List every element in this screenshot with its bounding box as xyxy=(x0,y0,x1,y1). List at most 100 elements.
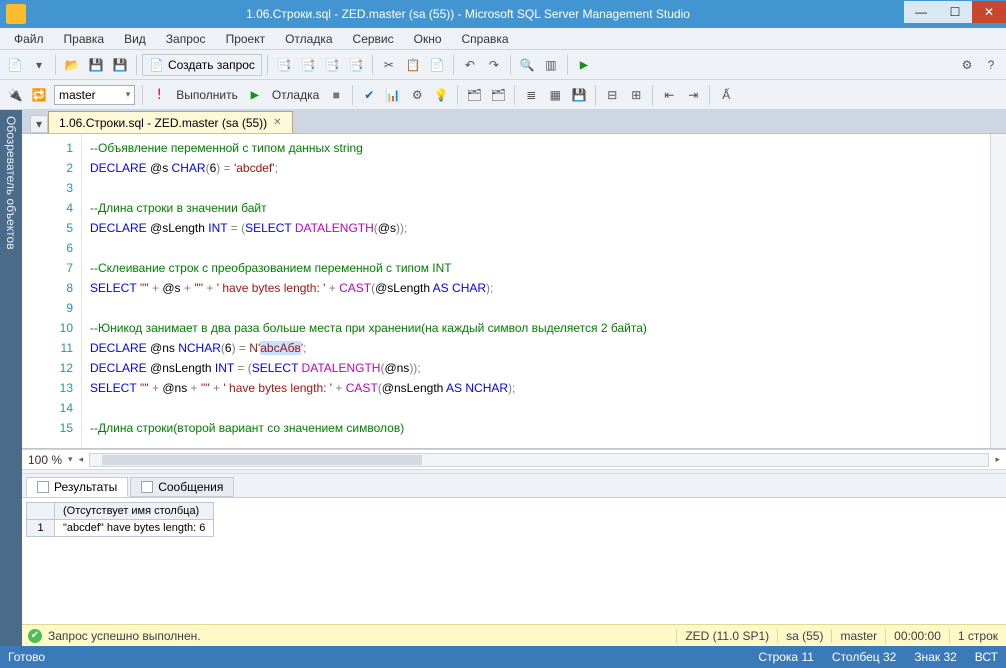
dropdown-icon[interactable]: ▾ xyxy=(28,54,50,76)
zoom-value[interactable]: 100 % xyxy=(28,453,62,467)
execute-mark-icon[interactable]: ! xyxy=(148,84,170,106)
window-title: 1.06.Строки.sql - ZED.master (sa (55)) -… xyxy=(32,7,904,21)
estimated-plan-icon[interactable]: 📊 xyxy=(382,84,404,106)
line-gutter: 123456789101112131415 xyxy=(22,134,82,448)
vertical-scrollbar[interactable] xyxy=(990,134,1006,448)
menu-bar: ФайлПравкаВидЗапросПроектОтладка СервисОк… xyxy=(0,28,1006,50)
toolbar-sql: 🔌 🔁 master▾ ! Выполнить ▶ Отладка ■ ✔ 📊 … xyxy=(0,80,1006,110)
results-tab[interactable]: Результаты xyxy=(26,477,128,497)
tab-menu-icon[interactable]: ▾ xyxy=(30,115,48,133)
results-text-icon[interactable]: ≣ xyxy=(520,84,542,106)
maximize-button[interactable]: ☐ xyxy=(938,1,972,23)
row-number[interactable]: 1 xyxy=(27,520,55,537)
code-content[interactable]: --Объявление переменной с типом данных s… xyxy=(82,134,990,448)
query-status-strip: ✔ Запрос успешно выполнен. ZED (11.0 SP1… xyxy=(22,624,1006,646)
execute-button[interactable]: Выполнить xyxy=(172,88,242,102)
cut-icon[interactable]: ✂ xyxy=(378,54,400,76)
results-grid[interactable]: (Отсутствует имя столбца) 1"abcdef" have… xyxy=(22,498,1006,541)
menu-запрос[interactable]: Запрос xyxy=(158,30,214,48)
messages-tab[interactable]: Сообщения xyxy=(130,477,234,497)
save-icon[interactable]: 💾 xyxy=(85,54,107,76)
tb-icon-2[interactable]: 📑 xyxy=(297,54,319,76)
undo-icon[interactable]: ↶ xyxy=(459,54,481,76)
start-icon[interactable]: ▶ xyxy=(573,54,595,76)
include-plan-icon[interactable]: 🗂 xyxy=(463,84,485,106)
object-explorer-label: Обозреватель объектов xyxy=(4,116,18,250)
comment-icon[interactable]: ⊟ xyxy=(601,84,623,106)
intellisense-icon[interactable]: 💡 xyxy=(430,84,452,106)
tb-icon-3[interactable]: 📑 xyxy=(321,54,343,76)
indent-less-icon[interactable]: ⇤ xyxy=(658,84,680,106)
results-panel: Результаты Сообщения (Отсутствует имя ст… xyxy=(22,474,1006,624)
uncomment-icon[interactable]: ⊞ xyxy=(625,84,647,106)
table-row: 1"abcdef" have bytes length: 6 xyxy=(27,520,214,537)
editor-tab-label: 1.06.Строки.sql - ZED.master (sa (55)) xyxy=(59,116,267,130)
menu-правка[interactable]: Правка xyxy=(56,30,113,48)
row-count: 1 строк xyxy=(949,629,1006,643)
app-icon xyxy=(6,4,26,24)
status-insert-mode: ВСТ xyxy=(975,650,998,664)
status-ready: Готово xyxy=(8,650,45,664)
minimize-button[interactable]: — xyxy=(904,1,938,23)
stop-icon[interactable]: ■ xyxy=(325,84,347,106)
new-project-icon[interactable]: 📄 xyxy=(4,54,26,76)
column-header[interactable]: (Отсутствует имя столбца) xyxy=(55,503,214,520)
save-all-icon[interactable]: 💾 xyxy=(109,54,131,76)
menu-справка[interactable]: Справка xyxy=(454,30,517,48)
close-button[interactable]: ✕ xyxy=(972,1,1006,23)
menu-сервис[interactable]: Сервис xyxy=(345,30,402,48)
database-selected: master xyxy=(59,88,96,102)
title-bar: 1.06.Строки.sql - ZED.master (sa (55)) -… xyxy=(0,0,1006,28)
grid-icon xyxy=(37,481,49,493)
editor-tab[interactable]: 1.06.Строки.sql - ZED.master (sa (55)) ✕ xyxy=(48,111,293,133)
login-name: sa (55) xyxy=(777,629,831,643)
editor-tabs: ▾ 1.06.Строки.sql - ZED.master (sa (55))… xyxy=(22,110,1006,134)
debug-play-icon[interactable]: ▶ xyxy=(244,84,266,106)
parse-icon[interactable]: ✔ xyxy=(358,84,380,106)
object-explorer-tab[interactable]: Обозреватель объектов xyxy=(0,110,22,646)
status-bar: Готово Строка 11 Столбец 32 Знак 32 ВСТ xyxy=(0,646,1006,668)
toolbar-main: 📄 ▾ 📂 💾 💾 📄Создать запрос 📑 📑 📑 📑 ✂ 📋 📄 … xyxy=(0,50,1006,80)
results-tab-label: Результаты xyxy=(54,480,117,494)
redo-icon[interactable]: ↷ xyxy=(483,54,505,76)
tb-icon-1[interactable]: 📑 xyxy=(273,54,295,76)
status-line: Строка 11 xyxy=(758,650,814,664)
zoom-bar: 100 %▾ ◂ ▸ xyxy=(22,449,1006,469)
options-icon[interactable]: ⚙ xyxy=(956,54,978,76)
query-status-message: Запрос успешно выполнен. xyxy=(48,629,201,643)
change-connection-icon[interactable]: 🔁 xyxy=(28,84,50,106)
success-icon: ✔ xyxy=(28,629,42,643)
help-icon[interactable]: ? xyxy=(980,54,1002,76)
menu-файл[interactable]: Файл xyxy=(6,30,52,48)
messages-tab-label: Сообщения xyxy=(158,480,223,494)
tb-icon-4[interactable]: 📑 xyxy=(345,54,367,76)
database-selector[interactable]: master▾ xyxy=(54,85,135,105)
elapsed-time: 00:00:00 xyxy=(885,629,949,643)
connect-icon[interactable]: 🔌 xyxy=(4,84,26,106)
code-editor[interactable]: 123456789101112131415 --Объявление перем… xyxy=(22,134,1006,449)
find-icon[interactable]: 🔍 xyxy=(516,54,538,76)
menu-вид[interactable]: Вид xyxy=(116,30,154,48)
menu-отладка[interactable]: Отладка xyxy=(277,30,340,48)
new-query-button[interactable]: 📄Создать запрос xyxy=(142,54,262,76)
copy-icon[interactable]: 📋 xyxy=(402,54,424,76)
paste-icon[interactable]: 📄 xyxy=(426,54,448,76)
nav-icon[interactable]: ▥ xyxy=(540,54,562,76)
include-stats-icon[interactable]: 🗂 xyxy=(487,84,509,106)
horizontal-scrollbar[interactable] xyxy=(89,453,989,467)
results-file-icon[interactable]: 💾 xyxy=(568,84,590,106)
menu-проект[interactable]: Проект xyxy=(218,30,274,48)
server-name: ZED (11.0 SP1) xyxy=(676,629,777,643)
query-options-icon[interactable]: ⚙ xyxy=(406,84,428,106)
results-grid-icon[interactable]: ▦ xyxy=(544,84,566,106)
status-character: Знак 32 xyxy=(914,650,956,664)
close-tab-icon[interactable]: ✕ xyxy=(273,117,281,128)
specify-values-icon[interactable]: Ấ xyxy=(715,84,737,106)
indent-more-icon[interactable]: ⇥ xyxy=(682,84,704,106)
status-column: Столбец 32 xyxy=(832,650,896,664)
cell-value[interactable]: "abcdef" have bytes length: 6 xyxy=(55,520,214,537)
open-icon[interactable]: 📂 xyxy=(61,54,83,76)
database-name: master xyxy=(831,629,885,643)
debug-button[interactable]: Отладка xyxy=(268,88,323,102)
menu-окно[interactable]: Окно xyxy=(406,30,450,48)
